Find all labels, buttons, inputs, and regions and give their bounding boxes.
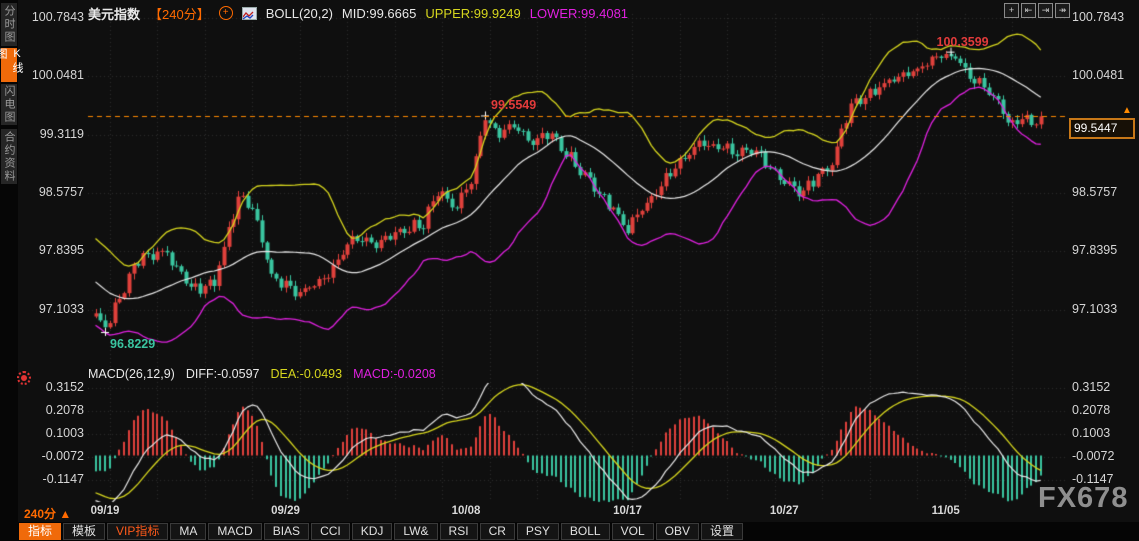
macd-tick-right: -0.1147 [1072,472,1114,487]
price-chart-canvas[interactable] [0,0,1139,541]
sidebar-item-1[interactable]: 分时图 [1,3,17,46]
tab-LW&[interactable]: LW& [394,523,438,540]
price-tick-left: 100.0481 [31,68,84,83]
boll-upper-value: UPPER:99.9249 [425,5,521,21]
price-tick-left: 97.8395 [38,243,84,258]
x-axis-date-label: 10/27 [769,505,799,517]
sidebar-item-3[interactable]: 闪电图 [1,84,17,125]
period-arrow-icon: ▲ [59,507,72,521]
indicator-tab-bar: 指标 模板 VIP指标 MA MACD BIAS CCI KDJ LW& RSI CR PSY BOLL… [18,522,1139,541]
price-tick-left: 98.5757 [38,185,84,200]
tab-KDJ[interactable]: KDJ [351,523,393,540]
price-tick-right: 97.8395 [1072,243,1118,258]
sidebar-item-2[interactable]: K线图 [0,48,23,82]
boll-name: BOLL(20,2) [265,5,333,21]
macd-tick-right: 0.3152 [1072,380,1111,394]
price-tick-right: 97.1033 [1072,301,1118,316]
chart-window: 分时图 K线图闪电图合约资料 美元指数 【240分】 + BOLL(20,2) M… [0,0,1139,541]
macd-tick-right: -0.0072 [1072,449,1115,464]
period-selector[interactable]: 240分 ▲ [24,505,71,522]
symbol-title: 美元指数 [88,6,141,22]
chart-style-icon[interactable] [241,6,257,20]
tab-VOL[interactable]: VOL [611,523,654,540]
tab-MA[interactable]: MA [170,523,207,540]
tab-BIAS[interactable]: BIAS [263,523,310,540]
x-axis-date-label: 10/08 [451,505,481,517]
price-tick-left: 97.1033 [38,301,84,316]
tab-BOLL[interactable]: BOLL [560,523,610,540]
chart-tool-buttons: + ⇤ ⇥ ↠ [1004,3,1070,18]
boll-mid-value: MID:99.6665 [341,5,417,21]
tab-指标[interactable]: 指标 [19,523,62,540]
price-tick-left: 100.7843 [31,10,84,24]
macd-tick-left: -0.1147 [42,472,84,487]
crosshair-icon[interactable]: + [1004,3,1019,18]
macd-macd-value: MACD:-0.0208 [353,367,436,381]
macd-tick-left: 0.1003 [45,426,84,441]
x-axis-date-label: 09/19 [90,505,120,517]
latest-price-arrow-icon[interactable]: ▲ [1122,105,1132,116]
x-axis-date-label: 10/17 [613,505,642,517]
boll-lower-value: LOWER:99.4081 [529,5,629,21]
expand-axis-icon[interactable]: ⇥ [1038,3,1053,18]
macd-name: MACD(26,12,9) [88,367,175,381]
tab-PSY[interactable]: PSY [516,523,559,540]
price-tick-right: 100.7843 [1072,10,1125,24]
macd-dea-value: DEA:-0.0493 [270,367,343,381]
tab-OBV[interactable]: OBV [655,523,699,540]
macd-header: MACD(26,12,9) DIFF:-0.0597 DEA:-0.0493 M… [88,367,436,381]
period-label: 240分 [24,507,57,521]
last-price-badge: 99.5447 [1069,118,1135,140]
tab-MACD[interactable]: MACD [208,523,262,540]
macd-tick-left: 0.2078 [45,403,84,417]
sidebar-item-4[interactable]: 合约资料 [1,129,17,184]
tab-CR[interactable]: CR [479,523,515,540]
interval-label: 【240分】 [149,6,210,22]
watermark: FX678 [1038,482,1129,514]
tab-模板[interactable]: 模板 [63,523,106,540]
high-annotation: 100.3599 [936,34,989,49]
tab-CCI[interactable]: CCI [311,523,350,540]
left-sidebar: 分时图 K线图闪电图合约资料 [0,0,23,541]
macd-tick-left: 0.3152 [45,380,84,394]
macd-diff-value: DIFF:-0.0597 [185,367,260,381]
price-tick-left: 99.3119 [39,126,84,141]
tab-设置[interactable]: 设置 [700,523,743,540]
low-annotation: 96.8229 [110,337,156,352]
x-axis-date-label: 09/29 [271,505,300,517]
tab-RSI[interactable]: RSI [439,523,478,540]
tab-VIP指标[interactable]: VIP指标 [107,523,169,540]
pan-right-icon[interactable]: ↠ [1055,3,1070,18]
macd-tick-right: 0.1003 [1072,426,1111,441]
price-tick-right: 100.0481 [1072,68,1125,83]
compress-axis-icon[interactable]: ⇤ [1021,3,1036,18]
macd-tick-left: -0.0072 [41,449,84,464]
x-axis-date-label: 11/05 [931,505,960,517]
indicator-toggle-icon[interactable]: + [218,6,233,20]
price-tick-right: 98.5757 [1072,185,1118,200]
macd-tick-right: 0.2078 [1072,403,1111,417]
swing-high-annotation: 99.5549 [491,98,537,113]
alert-icon[interactable] [17,371,31,385]
chart-header: 美元指数 【240分】 + BOLL(20,2) MID:99.6665 UPP… [88,5,629,22]
